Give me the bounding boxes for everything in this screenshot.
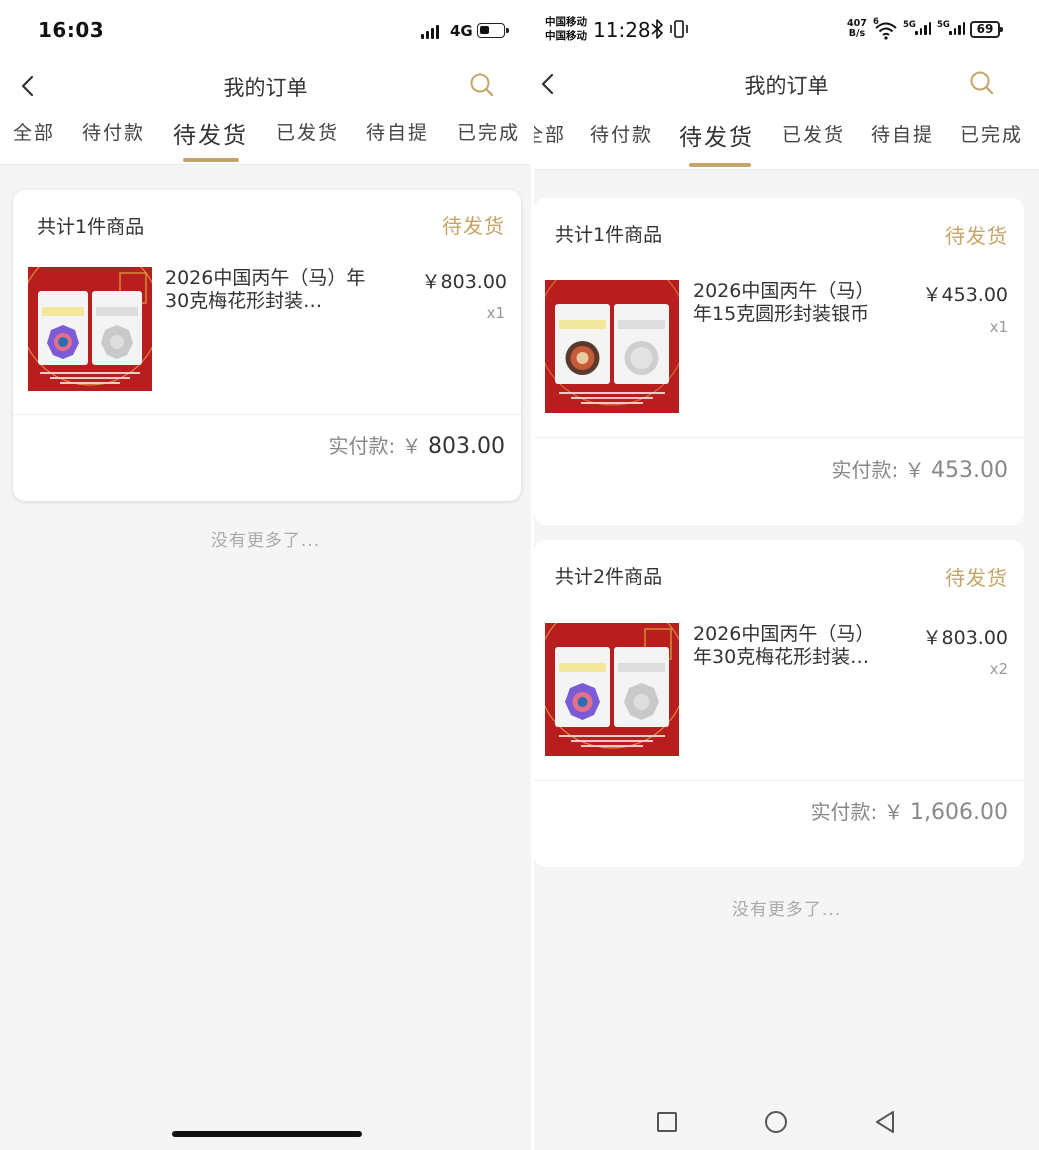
product-image[interactable]	[545, 280, 679, 413]
order-card[interactable]: 共计2件商品 待发货 2026中国丙午（马）年30克梅花形封装… ￥803.00…	[534, 540, 1024, 867]
search-icon[interactable]	[968, 69, 996, 97]
vibrate-icon	[670, 20, 688, 38]
tab-pending-payment[interactable]: 待付款	[82, 118, 145, 145]
order-total: 实付款: ￥ 803.00	[329, 430, 505, 459]
order-status: 待发货	[945, 566, 1008, 590]
tab-all[interactable]: 全部	[534, 120, 566, 147]
sim1-tag: 5G	[903, 20, 916, 30]
active-tab-indicator	[689, 163, 751, 167]
network-speed: 407 B/s	[847, 19, 867, 39]
battery-icon	[477, 23, 509, 38]
order-status: 待发货	[945, 224, 1008, 248]
cellular-signal-icon	[421, 25, 439, 39]
order-card[interactable]: 共计1件商品 待发货 2026中国丙午（马）年30克梅花形封装… ￥803.00…	[13, 190, 521, 501]
sim2-signal-icon	[949, 22, 965, 35]
no-more-text: 没有更多了...	[210, 531, 321, 551]
sim2-tag: 5G	[937, 20, 950, 30]
bluetooth-icon	[651, 19, 663, 39]
card-divider	[534, 780, 1024, 781]
speed-unit: B/s	[848, 28, 866, 39]
status-bar: 中国移动 中国移动 11:28 407 B/s 6 5G 5G 69	[534, 0, 1039, 58]
order-card[interactable]: 共计1件商品 待发货 2026中国丙午（马）年15克圆形封装银币 ￥453.00…	[534, 198, 1024, 525]
product-quantity: x1	[989, 318, 1008, 336]
tab-pending-shipment[interactable]: 待发货	[173, 116, 248, 150]
tab-pickup[interactable]: 待自提	[871, 120, 934, 147]
total-currency: ￥	[883, 800, 911, 824]
battery-percent: 69	[976, 22, 994, 36]
total-amount: 803.00	[428, 434, 505, 459]
total-amount: 453.00	[931, 458, 1008, 483]
tab-completed[interactable]: 已完成	[960, 120, 1023, 147]
product-price: ￥803.00	[922, 627, 1008, 649]
order-item-count: 共计2件商品	[555, 566, 663, 588]
product-name[interactable]: 2026中国丙午（马）年15克圆形封装银币	[693, 280, 893, 326]
order-item-count: 共计1件商品	[555, 224, 663, 246]
home-indicator[interactable]	[172, 1131, 362, 1137]
sim1-signal-icon	[915, 22, 931, 35]
network-type: 4G	[450, 22, 473, 40]
tab-completed[interactable]: 已完成	[457, 118, 520, 145]
home-circle-icon[interactable]	[763, 1109, 789, 1135]
total-label: 实付款:	[810, 800, 884, 824]
android-nav-bar	[534, 1093, 1039, 1150]
product-image[interactable]	[545, 623, 679, 756]
page-title: 我的订单	[223, 76, 308, 100]
left-phone-screen: 16:03 4G 我的订单 全部 待付款 待发货 已发货 待自提 已完成 共计1…	[0, 0, 531, 1150]
recent-apps-square-icon[interactable]	[654, 1109, 680, 1135]
nav-bar: 我的订单	[0, 60, 531, 110]
tab-pickup[interactable]: 待自提	[366, 118, 429, 145]
order-item-count: 共计1件商品	[37, 216, 145, 238]
product-image[interactable]	[28, 267, 152, 391]
carrier-1: 中国移动	[545, 16, 587, 28]
tab-shipped[interactable]: 已发货	[276, 118, 339, 145]
status-time: 11:28	[593, 18, 651, 42]
battery-level	[480, 26, 489, 34]
order-total: 实付款: ￥ 453.00	[832, 454, 1008, 483]
total-label: 实付款:	[328, 434, 402, 458]
battery-icon: 69	[970, 21, 1003, 38]
product-name[interactable]: 2026中国丙午（马）年30克梅花形封装…	[693, 623, 893, 669]
wifi-icon	[875, 22, 897, 40]
tab-shipped[interactable]: 已发货	[782, 120, 845, 147]
total-label: 实付款:	[831, 458, 905, 482]
order-status: 待发货	[442, 214, 505, 238]
total-currency: ￥	[401, 434, 429, 458]
product-price: ￥803.00	[421, 271, 507, 293]
tab-pending-shipment[interactable]: 待发货	[679, 118, 754, 152]
search-icon[interactable]	[468, 71, 496, 99]
product-quantity: x2	[989, 660, 1008, 678]
product-quantity: x1	[486, 304, 505, 322]
no-more-text: 没有更多了...	[731, 900, 842, 920]
right-phone-screen: 中国移动 中国移动 11:28 407 B/s 6 5G 5G 69 我的订单 …	[534, 0, 1039, 1150]
nav-bar: 我的订单	[534, 58, 1039, 108]
carrier-2: 中国移动	[545, 30, 587, 42]
back-triangle-icon[interactable]	[872, 1109, 898, 1135]
page-title: 我的订单	[744, 74, 829, 98]
status-time: 16:03	[38, 18, 105, 42]
order-tabs: 全部 待付款 待发货 已发货 待自提 已完成	[534, 108, 1039, 170]
total-currency: ￥	[904, 458, 932, 482]
tab-pending-payment[interactable]: 待付款	[590, 120, 653, 147]
tab-all[interactable]: 全部	[13, 118, 55, 145]
card-divider	[13, 414, 521, 415]
order-tabs: 全部 待付款 待发货 已发货 待自提 已完成	[0, 110, 531, 165]
card-divider	[534, 437, 1024, 438]
total-amount: 1,606.00	[910, 800, 1008, 825]
carrier-labels: 中国移动 中国移动	[545, 15, 587, 43]
order-total: 实付款: ￥ 1,606.00	[811, 796, 1008, 825]
active-tab-indicator	[183, 158, 239, 162]
product-price: ￥453.00	[922, 284, 1008, 306]
status-bar: 16:03 4G	[0, 0, 531, 60]
product-name[interactable]: 2026中国丙午（马）年30克梅花形封装…	[165, 267, 375, 313]
